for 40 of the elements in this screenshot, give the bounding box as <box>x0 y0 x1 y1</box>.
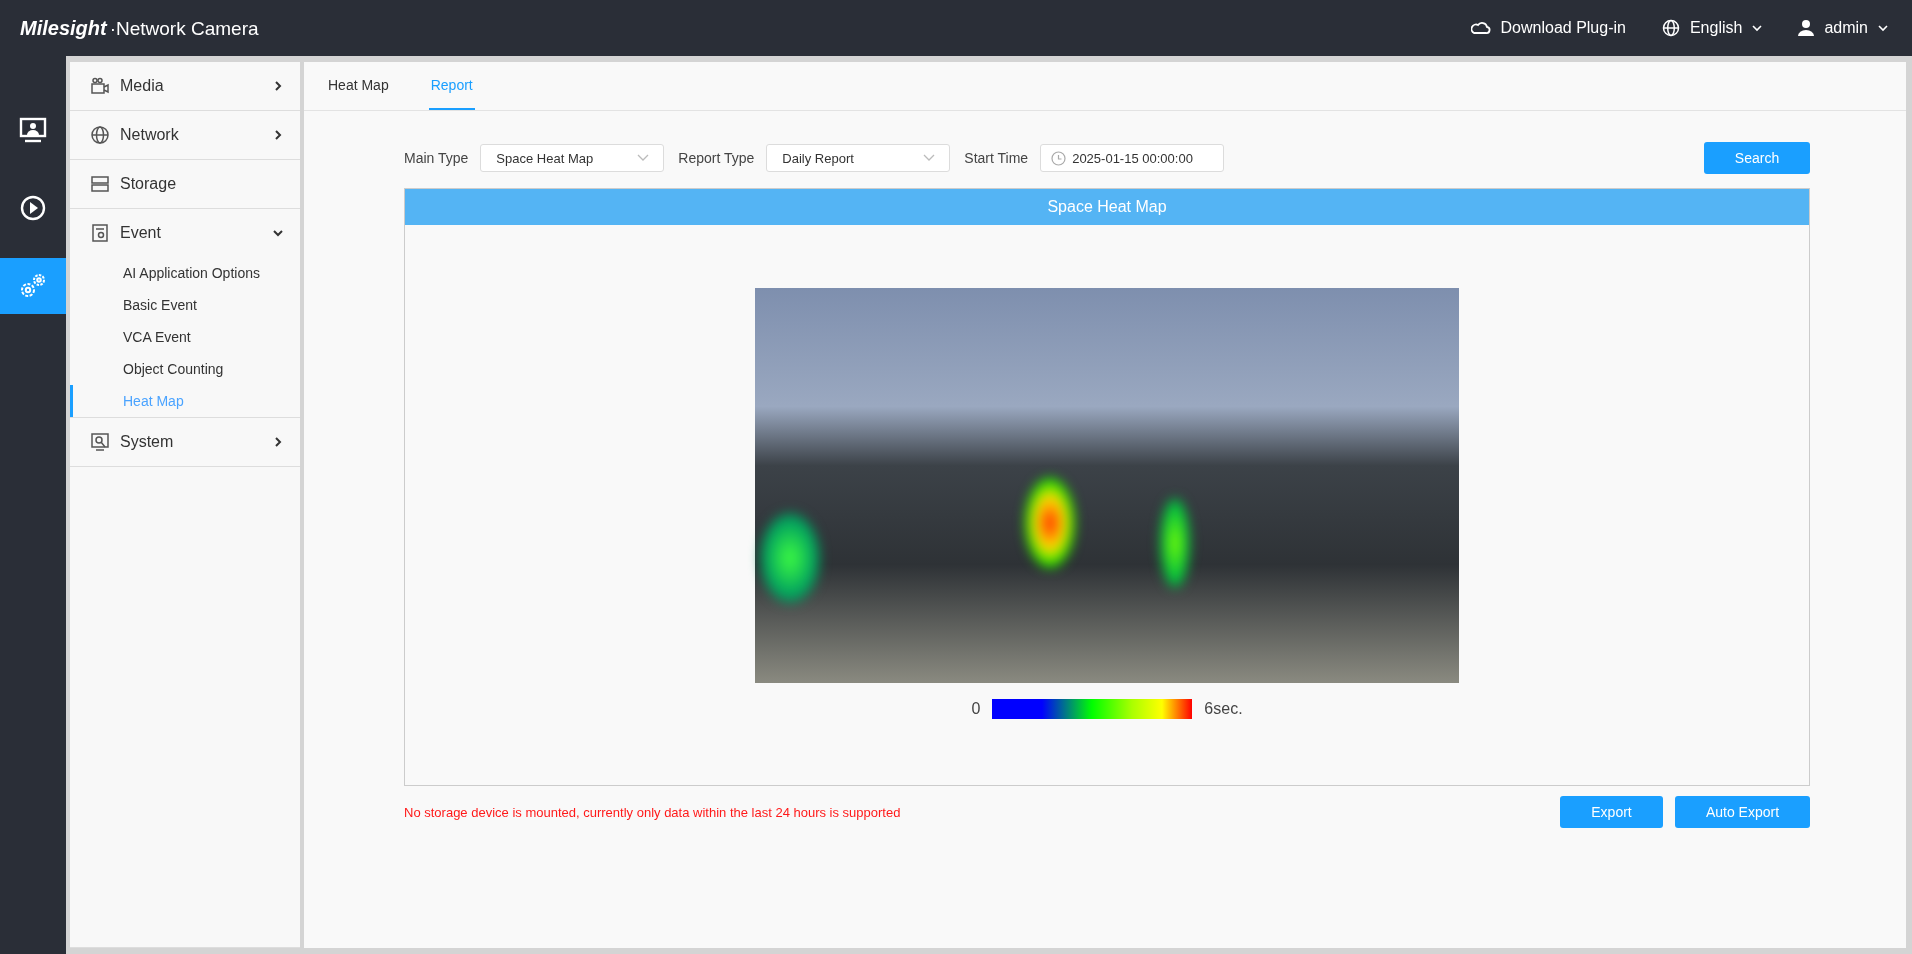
user-link[interactable]: admin <box>1798 19 1888 37</box>
storage-icon <box>90 174 110 194</box>
clock-icon <box>1051 150 1067 166</box>
caret-icon <box>1752 24 1763 32</box>
play-icon <box>19 194 47 222</box>
submenu-item[interactable]: Basic Event <box>70 289 300 321</box>
start-time-field[interactable]: 2025-01-15 00:00:00 <box>1040 144 1225 172</box>
system-menu-item[interactable]: System <box>70 418 300 467</box>
chevron-down-icon <box>923 154 936 162</box>
system-icon <box>90 432 110 452</box>
language-link[interactable]: English <box>1661 19 1763 37</box>
event-icon <box>90 223 110 243</box>
globe-icon <box>1661 19 1680 37</box>
warning-message: No storage device is mounted, currently only data within the last 24 hours is supported <box>404 804 901 820</box>
media-icon <box>90 76 110 96</box>
main-type-dropdown[interactable]: Space Heat Map <box>480 144 665 172</box>
chevron-down-icon <box>637 154 650 162</box>
tab[interactable]: Heat Map <box>324 62 409 110</box>
caret-icon <box>1878 24 1888 32</box>
storage-menu-item[interactable]: Storage <box>70 160 300 209</box>
main-type-label: Main Type <box>404 150 469 166</box>
start-time-label: Start Time <box>964 150 1029 166</box>
product-title: ·Network Camera <box>109 17 259 40</box>
settings-nav-button[interactable] <box>0 258 66 314</box>
report-type-dropdown[interactable]: Daily Report <box>766 144 951 172</box>
plugin-link[interactable]: Download Plug-in <box>1470 19 1626 37</box>
panel-header: Space Heat Map <box>405 189 1809 225</box>
submenu-item[interactable]: Object Counting <box>70 353 300 385</box>
submenu-item[interactable]: AI Application Options <box>70 257 300 289</box>
brand-logo: Milesight <box>20 16 107 40</box>
event-menu-item[interactable]: Event <box>70 209 300 257</box>
legend-max-label: 6sec. <box>1204 700 1243 718</box>
report-type-label: Report Type <box>678 150 755 166</box>
user-icon <box>1798 19 1815 37</box>
legend-min-label: 0 <box>971 700 981 718</box>
network-menu-item[interactable]: Network <box>70 111 300 160</box>
monitor-icon <box>19 117 47 143</box>
network-icon <box>90 125 110 145</box>
submenu-item[interactable]: VCA Event <box>70 321 300 353</box>
media-menu-item[interactable]: Media <box>70 62 300 111</box>
